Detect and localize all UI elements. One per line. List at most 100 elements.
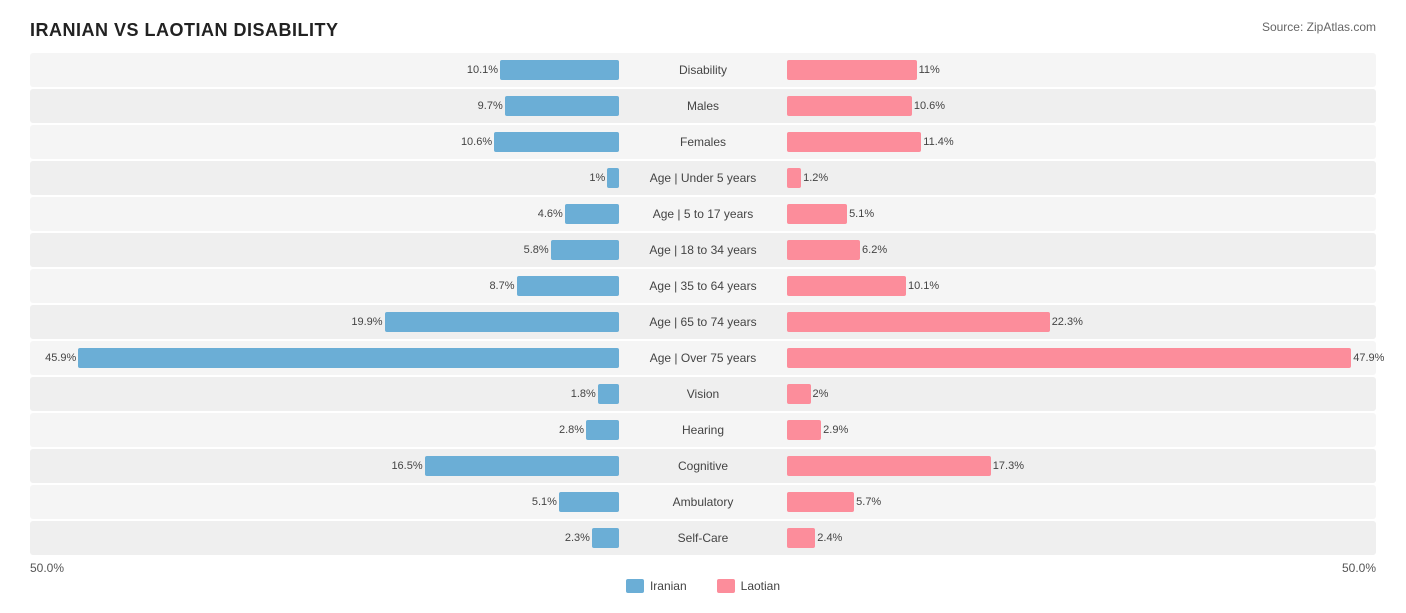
bar-wrapper: 1.8% Vision 2%	[30, 377, 1376, 411]
right-bar-area: 6.2%	[783, 233, 1376, 267]
right-value: 2.4%	[817, 532, 857, 544]
bar-label: Cognitive	[623, 459, 783, 473]
bar-label: Self-Care	[623, 531, 783, 545]
bar-wrapper: 10.1% Disability 11%	[30, 53, 1376, 87]
iranian-bar: 2.3%	[592, 528, 619, 548]
laotian-label: Laotian	[741, 579, 780, 593]
bar-label: Hearing	[623, 423, 783, 437]
bar-label: Age | 5 to 17 years	[623, 207, 783, 221]
left-bar-area: 5.1%	[30, 485, 623, 519]
right-bar-area: 11.4%	[783, 125, 1376, 159]
right-value: 47.9%	[1353, 352, 1393, 364]
left-value: 10.1%	[458, 64, 498, 76]
bar-wrapper: 2.3% Self-Care 2.4%	[30, 521, 1376, 555]
left-bar-area: 2.3%	[30, 521, 623, 555]
bar-label: Females	[623, 135, 783, 149]
right-value: 5.7%	[856, 496, 896, 508]
bar-label: Age | Over 75 years	[623, 351, 783, 365]
iranian-bar: 45.9%	[78, 348, 619, 368]
table-row: 1.8% Vision 2%	[30, 377, 1376, 411]
iranian-bar: 5.8%	[551, 240, 619, 260]
bar-wrapper: 9.7% Males 10.6%	[30, 89, 1376, 123]
table-row: 9.7% Males 10.6%	[30, 89, 1376, 123]
axis-right: 50.0%	[1342, 561, 1376, 575]
bar-label: Disability	[623, 63, 783, 77]
right-value: 10.1%	[908, 280, 948, 292]
laotian-bar: 5.7%	[787, 492, 854, 512]
left-bar-area: 10.6%	[30, 125, 623, 159]
bar-wrapper: 10.6% Females 11.4%	[30, 125, 1376, 159]
table-row: 2.8% Hearing 2.9%	[30, 413, 1376, 447]
laotian-bar: 11.4%	[787, 132, 921, 152]
right-bar-area: 2.4%	[783, 521, 1376, 555]
right-value: 2.9%	[823, 424, 863, 436]
left-value: 4.6%	[523, 208, 563, 220]
table-row: 10.6% Females 11.4%	[30, 125, 1376, 159]
right-value: 22.3%	[1052, 316, 1092, 328]
left-bar-area: 5.8%	[30, 233, 623, 267]
bar-label: Ambulatory	[623, 495, 783, 509]
chart-container: 10.1% Disability 11% 9.7% Males	[30, 53, 1376, 555]
left-value: 9.7%	[463, 100, 503, 112]
bar-label: Males	[623, 99, 783, 113]
page-title: IRANIAN VS LAOTIAN DISABILITY	[30, 20, 339, 41]
table-row: 4.6% Age | 5 to 17 years 5.1%	[30, 197, 1376, 231]
axis-labels: 50.0% 50.0%	[30, 561, 1376, 575]
right-bar-area: 17.3%	[783, 449, 1376, 483]
iranian-bar: 1.8%	[598, 384, 619, 404]
right-bar-area: 22.3%	[783, 305, 1376, 339]
left-value: 2.3%	[550, 532, 590, 544]
left-value: 10.6%	[452, 136, 492, 148]
iranian-bar: 5.1%	[559, 492, 619, 512]
legend-laotian: Laotian	[717, 579, 780, 593]
laotian-bar: 1.2%	[787, 168, 801, 188]
table-row: 5.1% Ambulatory 5.7%	[30, 485, 1376, 519]
right-bar-area: 47.9%	[783, 341, 1376, 375]
left-bar-area: 10.1%	[30, 53, 623, 87]
bar-label: Age | 65 to 74 years	[623, 315, 783, 329]
bar-wrapper: 5.1% Ambulatory 5.7%	[30, 485, 1376, 519]
laotian-bar: 2.4%	[787, 528, 815, 548]
bar-label: Age | Under 5 years	[623, 171, 783, 185]
right-bar-area: 5.7%	[783, 485, 1376, 519]
left-bar-area: 16.5%	[30, 449, 623, 483]
bar-wrapper: 5.8% Age | 18 to 34 years 6.2%	[30, 233, 1376, 267]
table-row: 8.7% Age | 35 to 64 years 10.1%	[30, 269, 1376, 303]
table-row: 45.9% Age | Over 75 years 47.9%	[30, 341, 1376, 375]
bar-wrapper: 1% Age | Under 5 years 1.2%	[30, 161, 1376, 195]
left-value: 45.9%	[36, 352, 76, 364]
right-value: 17.3%	[993, 460, 1033, 472]
table-row: 19.9% Age | 65 to 74 years 22.3%	[30, 305, 1376, 339]
iranian-bar: 9.7%	[505, 96, 619, 116]
left-bar-area: 1.8%	[30, 377, 623, 411]
left-value: 2.8%	[544, 424, 584, 436]
left-value: 1%	[565, 172, 605, 184]
iranian-color-swatch	[626, 579, 644, 593]
laotian-bar: 10.6%	[787, 96, 912, 116]
right-value: 11%	[919, 64, 959, 76]
right-value: 5.1%	[849, 208, 889, 220]
right-bar-area: 1.2%	[783, 161, 1376, 195]
iranian-bar: 16.5%	[425, 456, 619, 476]
iranian-bar: 2.8%	[586, 420, 619, 440]
iranian-bar: 4.6%	[565, 204, 619, 224]
right-bar-area: 10.1%	[783, 269, 1376, 303]
left-value: 5.8%	[509, 244, 549, 256]
iranian-bar: 10.6%	[494, 132, 619, 152]
axis-left: 50.0%	[30, 561, 64, 575]
legend-iranian: Iranian	[626, 579, 687, 593]
right-value: 1.2%	[803, 172, 843, 184]
left-value: 19.9%	[343, 316, 383, 328]
left-value: 16.5%	[383, 460, 423, 472]
laotian-bar: 17.3%	[787, 456, 991, 476]
bar-label: Vision	[623, 387, 783, 401]
right-bar-area: 11%	[783, 53, 1376, 87]
laotian-bar: 5.1%	[787, 204, 847, 224]
left-value: 5.1%	[517, 496, 557, 508]
table-row: 10.1% Disability 11%	[30, 53, 1376, 87]
right-value: 10.6%	[914, 100, 954, 112]
legend: Iranian Laotian	[30, 579, 1376, 593]
bar-wrapper: 16.5% Cognitive 17.3%	[30, 449, 1376, 483]
iranian-bar: 1%	[607, 168, 619, 188]
bar-label: Age | 18 to 34 years	[623, 243, 783, 257]
